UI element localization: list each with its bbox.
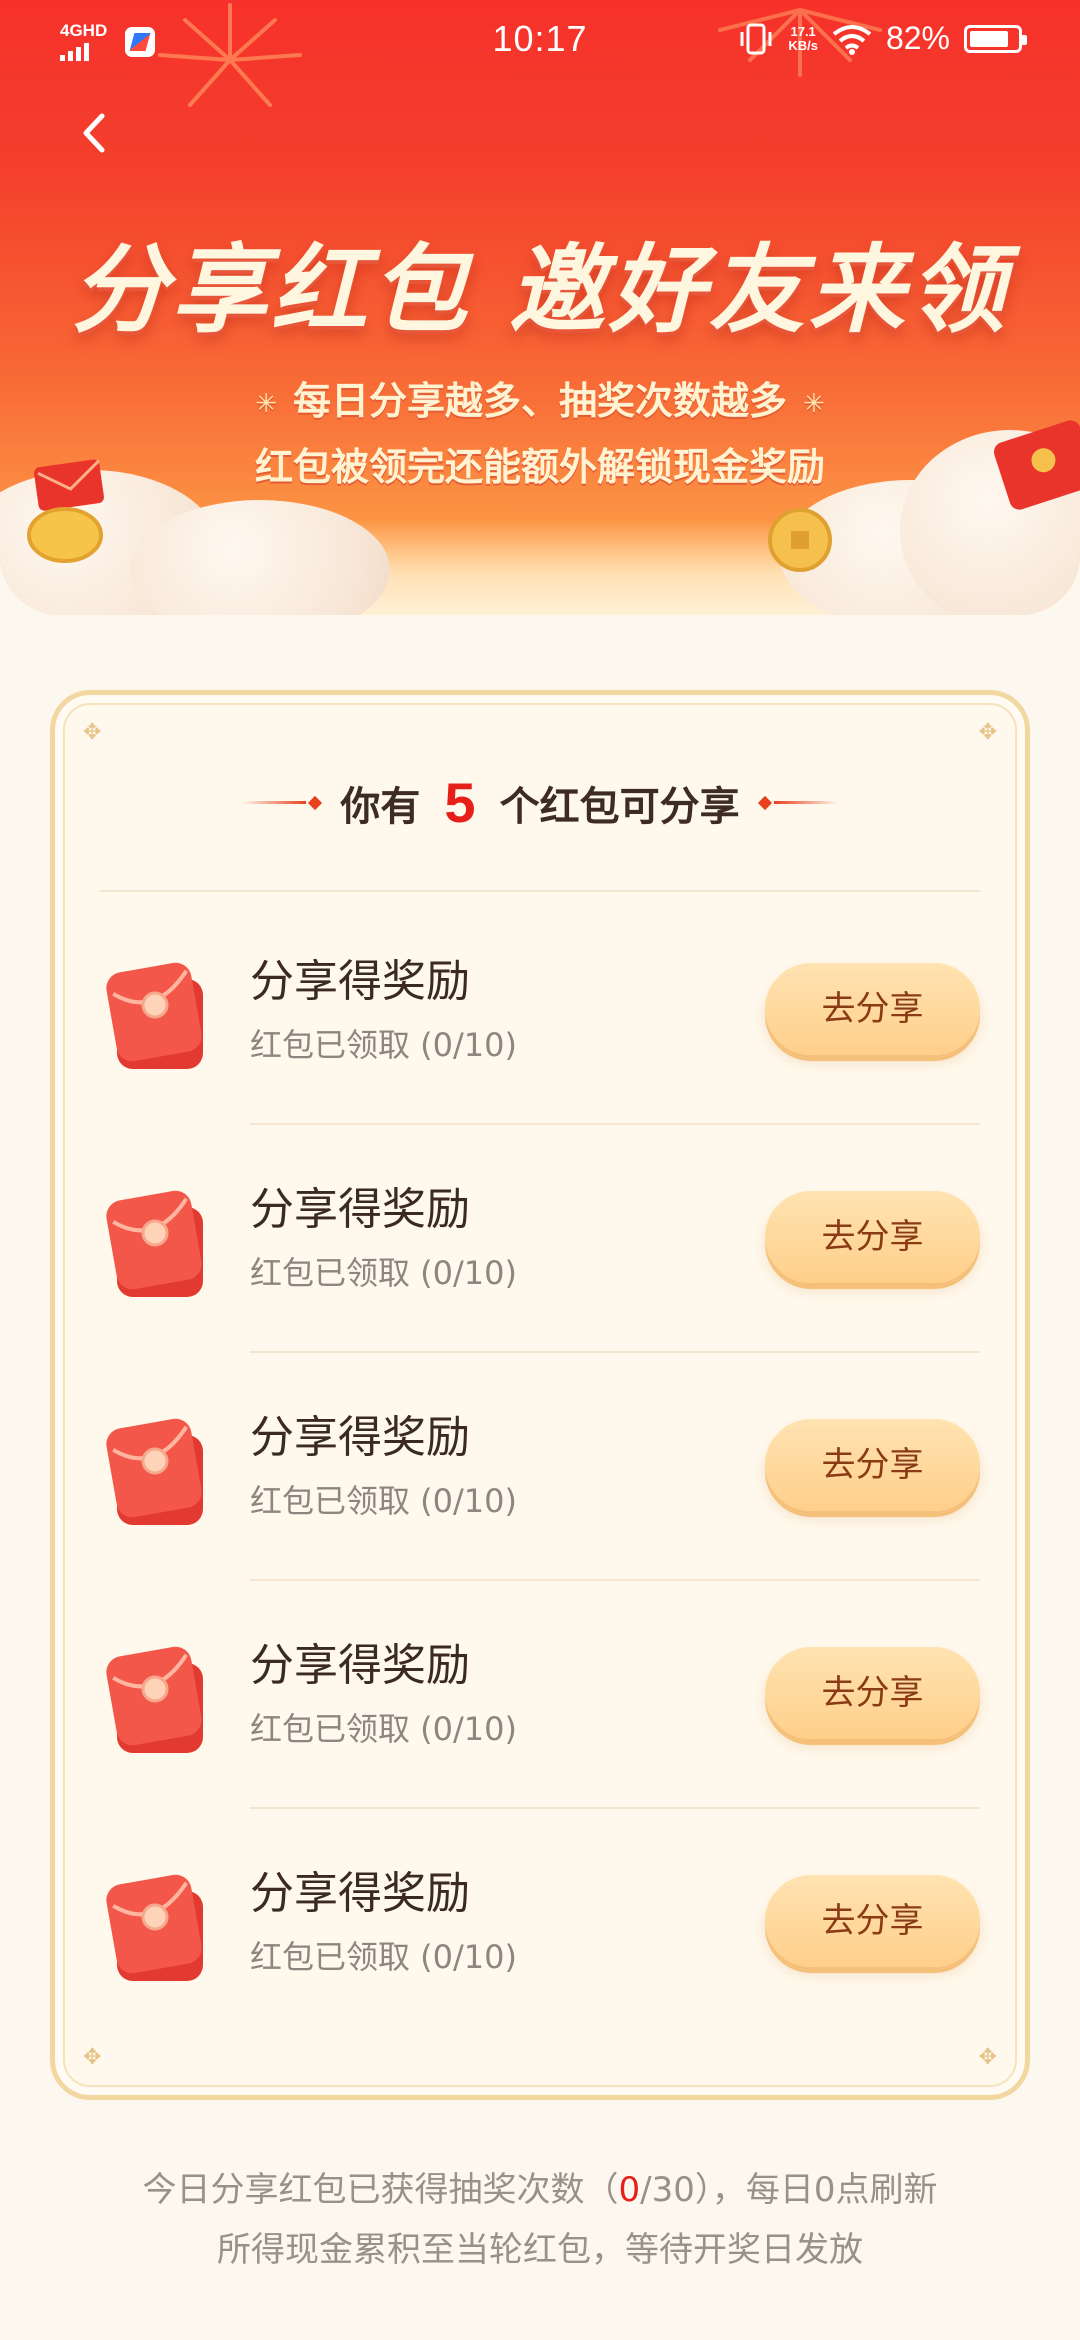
share-button[interactable]: 去分享: [765, 1875, 980, 1967]
heading-deco-left: [242, 795, 324, 810]
footer-line-1: 今日分享红包已获得抽奖次数（0/30），每日0点刷新: [142, 2170, 938, 2210]
share-button[interactable]: 去分享: [765, 963, 980, 1055]
list-item: 分享得奖励红包已领取 (0/10) 去分享: [55, 1807, 1025, 2035]
status-bar: 4GHD 10:17 17.1 KB/s 82%: [0, 0, 1080, 80]
red-envelope-icon: [106, 1190, 203, 1297]
share-card: ✥ ✥ ✥ ✥ 你有 5 个红包可分享 分享得奖励 红包已领取 (0/10) 去分享…: [50, 690, 1030, 2100]
corner-ornament-icon: ✥: [978, 2045, 997, 2070]
shareable-count: 5: [444, 771, 476, 834]
envelope-list: 分享得奖励 红包已领取 (0/10) 去分享 分享得奖励 红包已领取 (0/10) 去分…: [55, 895, 1025, 2035]
hero-subtitle-2: 红包被领完还能额外解锁现金奖励: [254, 445, 825, 489]
footer-line-2: 所得现金累积至当轮红包，等待开奖日发放: [217, 2230, 863, 2270]
item-title: 分享得奖励: [250, 1640, 470, 1691]
hero-subtitle-1: ✳ 每日分享越多、抽奖次数越多 ✳: [255, 379, 825, 423]
item-status: 红包已领取 (0/10): [250, 1938, 518, 1976]
red-envelope-icon: [106, 1874, 203, 1981]
share-button[interactable]: 去分享: [765, 1191, 980, 1283]
heading-deco-right: [756, 795, 838, 810]
sparkle-icon: ✳: [255, 388, 277, 419]
item-title: 分享得奖励: [250, 1868, 470, 1919]
item-status: 红包已领取 (0/10): [250, 1710, 518, 1748]
network-speed: 17.1 KB/s: [788, 23, 818, 53]
hero-banner: 4GHD 10:17 17.1 KB/s 82% 分享红包 邀好友来领 ✳ 每日…: [0, 0, 1080, 615]
list-item: 分享得奖励红包已领取 (0/10) 去分享: [55, 895, 1025, 1123]
red-envelope-icon: [106, 962, 203, 1069]
item-title: 分享得奖励: [250, 1412, 470, 1463]
lottery-count: 0: [618, 2170, 641, 2210]
battery-icon: [964, 24, 1027, 53]
share-button[interactable]: 去分享: [765, 1419, 980, 1511]
share-button[interactable]: 去分享: [765, 1647, 980, 1739]
red-envelope-icon: [106, 1418, 203, 1525]
vibrate-icon: [740, 23, 772, 54]
item-status: 红包已领取 (0/10): [250, 1026, 518, 1064]
divider: [100, 890, 980, 892]
list-item: 分享得奖励红包已领取 (0/10) 去分享: [55, 1579, 1025, 1807]
wifi-icon: [832, 24, 872, 55]
hero-title: 分享红包 邀好友来领: [71, 234, 1009, 346]
card-heading: 你有 5 个红包可分享: [55, 770, 1025, 835]
battery-percent: 82%: [885, 20, 950, 56]
footer-note: 今日分享红包已获得抽奖次数（0/30），每日0点刷新 所得现金累积至当轮红包，等…: [0, 2160, 1080, 2280]
list-item: 分享得奖励红包已领取 (0/10) 去分享: [55, 1123, 1025, 1351]
item-status: 红包已领取 (0/10): [250, 1482, 518, 1520]
corner-ornament-icon: ✥: [978, 720, 997, 745]
sparkle-icon: ✳: [803, 388, 825, 419]
item-title: 分享得奖励: [250, 1184, 470, 1235]
coin-decoration: [768, 508, 832, 572]
coin-decoration: [27, 507, 103, 563]
red-envelope-icon: [106, 1646, 203, 1753]
item-title: 分享得奖励: [250, 956, 470, 1007]
corner-ornament-icon: ✥: [83, 720, 102, 745]
item-status: 红包已领取 (0/10): [250, 1254, 518, 1292]
chevron-left-icon: [83, 113, 105, 153]
corner-ornament-icon: ✥: [83, 2045, 102, 2070]
back-button[interactable]: [70, 108, 120, 158]
list-item: 分享得奖励红包已领取 (0/10) 去分享: [55, 1351, 1025, 1579]
